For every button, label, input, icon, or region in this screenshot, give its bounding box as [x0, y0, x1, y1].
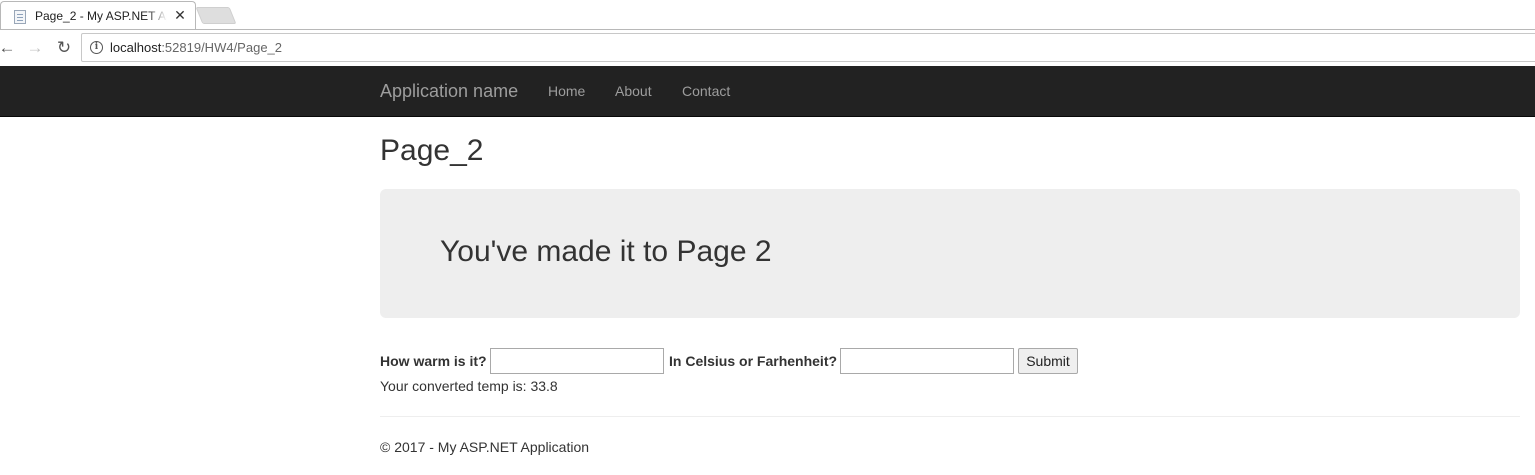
- submit-button[interactable]: Submit: [1018, 348, 1078, 374]
- converted-result-text: Your converted temp is: 33.8: [380, 378, 558, 394]
- page-favicon-icon: [14, 10, 26, 24]
- temperature-input[interactable]: [490, 348, 664, 374]
- nav-link-home[interactable]: Home: [548, 83, 585, 99]
- reload-icon[interactable]: ↻: [53, 37, 75, 59]
- unit-label: In Celsius or Farhenheit?: [669, 353, 838, 369]
- temperature-form: How warm is it? In Celsius or Farhenheit…: [380, 348, 1520, 374]
- footer-divider: [380, 416, 1520, 417]
- info-icon[interactable]: i: [90, 41, 103, 54]
- footer-text: © 2017 - My ASP.NET Application: [380, 439, 590, 455]
- browser-tabstrip: Page_2 - My ASP.NET Application ✕: [0, 0, 1535, 30]
- url-path: :52819/HW4/Page_2: [161, 40, 283, 55]
- brand-link[interactable]: Application name: [380, 81, 518, 102]
- temperature-label: How warm is it?: [380, 353, 487, 369]
- browser-tab[interactable]: Page_2 - My ASP.NET Application ✕: [0, 1, 196, 30]
- site-navbar: Application name Home About Contact: [0, 66, 1535, 117]
- nav-link-about[interactable]: About: [615, 83, 652, 99]
- url-host: localhost: [110, 40, 162, 55]
- jumbotron: You've made it to Page 2: [380, 189, 1520, 318]
- close-tab-icon[interactable]: ✕: [173, 7, 187, 23]
- url-text[interactable]: localhost:52819/HW4/Page_2: [110, 40, 282, 55]
- back-arrow-icon[interactable]: ←: [0, 37, 18, 59]
- page-title: Page_2: [380, 134, 484, 167]
- new-tab-button[interactable]: [195, 7, 237, 24]
- jumbotron-text: You've made it to Page 2: [440, 235, 772, 268]
- forward-arrow-icon[interactable]: →: [24, 37, 46, 59]
- unit-input[interactable]: [840, 348, 1014, 374]
- browser-toolbar: ← → ↻ i localhost:52819/HW4/Page_2: [0, 30, 1535, 66]
- tab-title: Page_2 - My ASP.NET Application: [35, 9, 167, 23]
- address-bar[interactable]: i localhost:52819/HW4/Page_2: [81, 33, 1535, 62]
- nav-link-contact[interactable]: Contact: [682, 83, 730, 99]
